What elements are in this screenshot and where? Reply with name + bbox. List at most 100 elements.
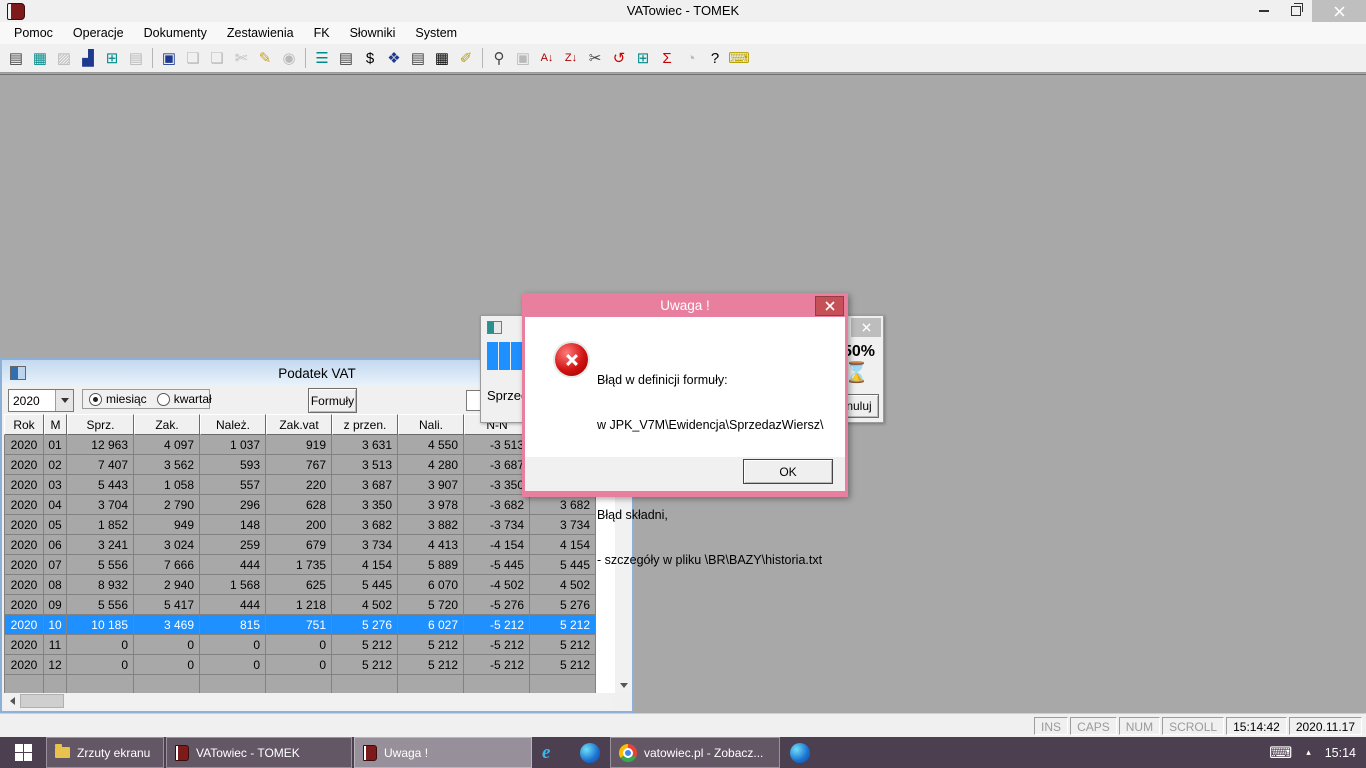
table-cell[interactable]: 4 097 xyxy=(134,435,200,455)
taskbar-item-chrome-vatowiec.pl[interactable]: vatowiec.pl - Zobacz... xyxy=(610,737,780,768)
table-cell[interactable]: 1 058 xyxy=(134,475,200,495)
table-cell[interactable]: 6 027 xyxy=(398,615,464,635)
table-cell[interactable]: 2020 xyxy=(4,495,44,515)
table-cell[interactable]: 1 852 xyxy=(67,515,134,535)
table-cell[interactable]: 2020 xyxy=(4,455,44,475)
table-cell[interactable]: 220 xyxy=(266,475,332,495)
table-row[interactable]: 20201100005 2125 212-5 2125 212 xyxy=(4,635,596,655)
document-lines-icon[interactable]: ▤ xyxy=(406,46,430,70)
table-cell[interactable]: 5 212 xyxy=(332,635,398,655)
table-cell[interactable]: 0 xyxy=(266,635,332,655)
table-cell[interactable]: 2020 xyxy=(4,435,44,455)
table-row[interactable]: 2020043 7042 7902966283 3503 978-3 6823 … xyxy=(4,495,596,515)
table-cell[interactable]: 3 882 xyxy=(398,515,464,535)
table-cell[interactable]: 1 735 xyxy=(266,555,332,575)
table-row[interactable]: 2020088 9322 9401 5686255 4456 070-4 502… xyxy=(4,575,596,595)
table-cell[interactable]: 01 xyxy=(44,435,67,455)
taskbar-item-book-vatowiec[interactable]: VATowiec - TOMEK xyxy=(166,737,352,768)
taskbar-item-edge[interactable] xyxy=(782,737,818,768)
table-cell[interactable]: -5 445 xyxy=(464,555,530,575)
menu-system[interactable]: System xyxy=(405,24,467,42)
table-row[interactable]: 20200112 9634 0971 0379193 6314 550-3 51… xyxy=(4,435,596,455)
table-cell[interactable]: 296 xyxy=(200,495,266,515)
table-cell[interactable]: 4 502 xyxy=(530,575,596,595)
taskbar-item-folder-zrzuty[interactable]: Zrzuty ekranu xyxy=(46,737,164,768)
show-hidden-icons[interactable]: ▴ xyxy=(1306,747,1311,758)
taskbar-item-ie[interactable]: e xyxy=(534,737,570,768)
table-cell[interactable]: 3 734 xyxy=(332,535,398,555)
table-row[interactable]: 20201200005 2125 212-5 2125 212 xyxy=(4,655,596,675)
table-cell[interactable]: 5 276 xyxy=(530,595,596,615)
table-cell[interactable]: 12 963 xyxy=(67,435,134,455)
horizontal-scrollbar[interactable] xyxy=(4,693,613,709)
table-cell[interactable]: -5 212 xyxy=(464,655,530,675)
table-cell[interactable]: 5 443 xyxy=(67,475,134,495)
table-cell[interactable]: 11 xyxy=(44,635,67,655)
progress-close-icon[interactable] xyxy=(851,318,881,337)
table-cell[interactable]: 2020 xyxy=(4,595,44,615)
year-dropdown-icon[interactable] xyxy=(55,390,73,411)
table-cell[interactable]: -3 682 xyxy=(464,495,530,515)
table-row[interactable]: 2020051 8529491482003 6823 882-3 7343 73… xyxy=(4,515,596,535)
calendar-icon[interactable]: ▦ xyxy=(28,46,52,70)
table-cell[interactable]: 5 720 xyxy=(398,595,464,615)
table-cell[interactable]: 5 276 xyxy=(332,615,398,635)
table-cell[interactable]: -3 687 xyxy=(464,455,530,475)
ok-button[interactable]: OK xyxy=(743,459,833,484)
table-cell[interactable]: 5 445 xyxy=(332,575,398,595)
menu-słowniki[interactable]: Słowniki xyxy=(340,24,406,42)
error-dialog-title-bar[interactable]: Uwaga ! xyxy=(522,293,848,317)
table-cell[interactable]: 2020 xyxy=(4,635,44,655)
column-header-Zak.vat[interactable]: Zak.vat xyxy=(266,414,332,435)
menu-zestawienia[interactable]: Zestawienia xyxy=(217,24,304,42)
column-header-Rok[interactable]: Rok xyxy=(4,414,44,435)
table-cell[interactable]: 6 070 xyxy=(398,575,464,595)
taskbar-item-edge[interactable] xyxy=(572,737,608,768)
year-select[interactable]: 2020 xyxy=(8,389,74,412)
restore-icon[interactable] xyxy=(1280,0,1312,22)
table-cell[interactable]: 8 932 xyxy=(67,575,134,595)
copy-icon[interactable]: ▣ xyxy=(157,46,181,70)
scroll-down-icon[interactable] xyxy=(615,677,632,693)
table-cell[interactable]: 767 xyxy=(266,455,332,475)
table-cell[interactable]: 2 790 xyxy=(134,495,200,515)
table-cell[interactable]: 2020 xyxy=(4,475,44,495)
menu-dokumenty[interactable]: Dokumenty xyxy=(134,24,217,42)
report-icon[interactable]: ▤ xyxy=(334,46,358,70)
table-cell[interactable]: -4 154 xyxy=(464,535,530,555)
list-icon[interactable]: ☰ xyxy=(310,46,334,70)
table-cell[interactable]: 5 445 xyxy=(530,555,596,575)
table-cell[interactable]: 628 xyxy=(266,495,332,515)
table-cell[interactable]: 2020 xyxy=(4,535,44,555)
table-cell[interactable]: 5 212 xyxy=(530,655,596,675)
table-cell[interactable]: 12 xyxy=(44,655,67,675)
table-cell[interactable]: 949 xyxy=(134,515,200,535)
sort-desc-icon[interactable]: Z↓ xyxy=(559,46,583,70)
dollar-icon[interactable]: $ xyxy=(358,46,382,70)
table-cell[interactable]: 3 907 xyxy=(398,475,464,495)
table-row[interactable]: 2020063 2413 0242596793 7344 413-4 1544 … xyxy=(4,535,596,555)
table-cell[interactable]: 0 xyxy=(200,635,266,655)
table-cell[interactable]: 5 212 xyxy=(398,635,464,655)
table-cell[interactable]: 815 xyxy=(200,615,266,635)
pen-icon[interactable]: ✎ xyxy=(253,46,277,70)
column-header-Należ.[interactable]: Należ. xyxy=(200,414,266,435)
table-cell[interactable]: 593 xyxy=(200,455,266,475)
table-cell[interactable]: 3 704 xyxy=(67,495,134,515)
column-header-Zak.[interactable]: Zak. xyxy=(134,414,200,435)
table-row[interactable]: 2020095 5565 4174441 2184 5025 720-5 276… xyxy=(4,595,596,615)
table-cell[interactable]: 05 xyxy=(44,515,67,535)
table-cell[interactable]: 2020 xyxy=(4,655,44,675)
table-cell[interactable]: 09 xyxy=(44,595,67,615)
table-cell[interactable]: 0 xyxy=(67,635,134,655)
table-cell[interactable]: 2020 xyxy=(4,615,44,635)
table-row[interactable]: 2020035 4431 0585572203 6873 907-3 350 xyxy=(4,475,596,495)
table-cell[interactable]: 0 xyxy=(266,655,332,675)
shapes-icon[interactable]: ❖ xyxy=(382,46,406,70)
table-row[interactable]: 20201010 1853 4698157515 2766 027-5 2125… xyxy=(4,615,596,635)
table-cell[interactable]: 4 154 xyxy=(332,555,398,575)
table-cell[interactable]: 5 556 xyxy=(67,595,134,615)
table-cell[interactable]: -4 502 xyxy=(464,575,530,595)
table-cell[interactable]: 1 037 xyxy=(200,435,266,455)
table-cell[interactable]: 03 xyxy=(44,475,67,495)
